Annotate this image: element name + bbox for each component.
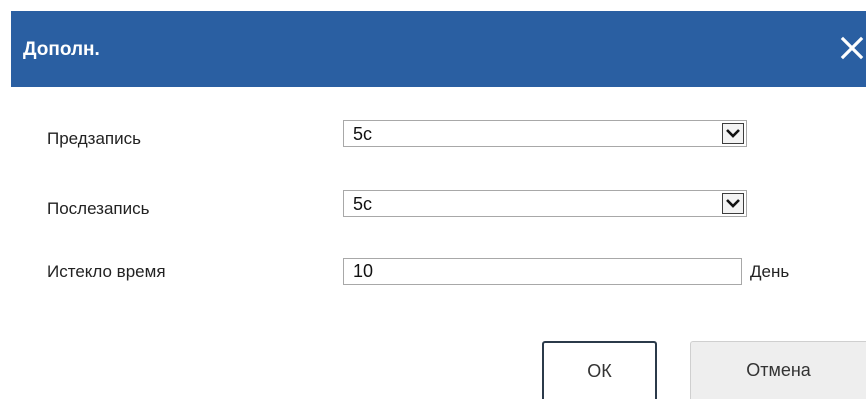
ok-button[interactable]: ОК (542, 341, 657, 399)
postrecord-select[interactable]: 5с (343, 190, 747, 217)
dialog-titlebar: Дополн. (11, 11, 866, 87)
cancel-button[interactable]: Отмена (690, 341, 866, 399)
prerecord-label: Предзапись (47, 129, 141, 148)
close-button[interactable] (837, 33, 866, 63)
postrecord-label: Послезапись (47, 199, 150, 218)
close-icon (840, 36, 864, 60)
dropdown-arrow-button[interactable] (722, 193, 744, 214)
cancel-button-label: Отмена (746, 360, 811, 380)
expire-unit-label: День (750, 262, 790, 281)
expire-time-input[interactable] (343, 258, 742, 285)
ok-button-label: ОК (587, 361, 612, 381)
expire-label: Истекло время (47, 262, 166, 281)
dropdown-arrow-button[interactable] (722, 123, 744, 144)
dialog-title: Дополн. (23, 39, 100, 60)
chevron-down-icon (726, 199, 740, 208)
prerecord-value: 5с (353, 124, 373, 144)
advanced-dialog: Дополн. Предзапись 5с Послезапись 5с Ист… (0, 0, 866, 399)
prerecord-select[interactable]: 5с (343, 120, 747, 147)
postrecord-value: 5с (353, 194, 373, 214)
chevron-down-icon (726, 129, 740, 138)
